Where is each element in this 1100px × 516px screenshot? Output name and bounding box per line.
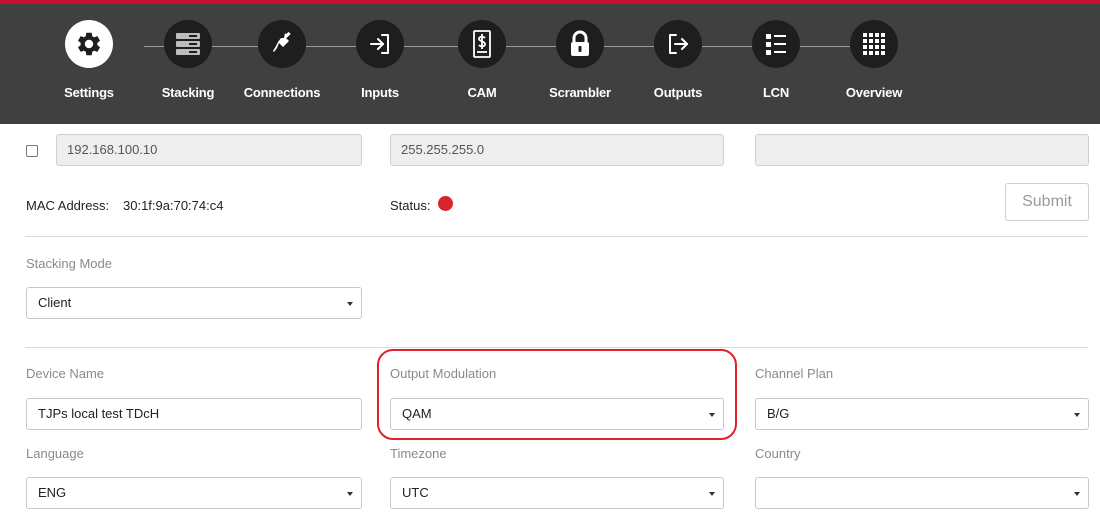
sign-in-icon xyxy=(370,34,389,54)
nav-step-circle xyxy=(556,20,604,68)
device-name-input[interactable]: TJPs local test TDcH xyxy=(26,398,362,430)
stacking-mode-label: Stacking Mode xyxy=(26,256,112,271)
lock-icon xyxy=(571,30,589,56)
nav-step-connections[interactable]: Connections xyxy=(236,8,328,100)
device-name-label: Device Name xyxy=(26,366,105,381)
nav-step-circle xyxy=(356,20,404,68)
server-stack-icon xyxy=(176,33,200,55)
subnet-mask-field[interactable]: 255.255.255.0 xyxy=(390,134,724,166)
nav-step-circle xyxy=(65,20,113,68)
nav-step-circle xyxy=(654,20,702,68)
nav-step-settings[interactable]: Settings xyxy=(43,8,135,100)
chevron-down-icon xyxy=(347,302,353,306)
section-divider xyxy=(25,347,1088,348)
chevron-down-icon xyxy=(1074,413,1080,417)
status-indicator xyxy=(438,196,453,211)
nav-step-lcn[interactable]: LCN xyxy=(730,8,822,100)
chevron-down-icon xyxy=(709,492,715,496)
stacking-mode-value: Client xyxy=(38,295,72,310)
nav-step-circle xyxy=(164,20,212,68)
output-modulation-value: QAM xyxy=(402,406,432,421)
stacking-mode-select[interactable]: Client xyxy=(26,287,362,319)
grid-icon xyxy=(863,33,885,55)
list-icon xyxy=(766,34,786,55)
nav-step-label: Outputs xyxy=(653,85,703,100)
country-label: Country xyxy=(755,446,801,461)
submit-button[interactable]: Submit xyxy=(1005,183,1089,221)
output-modulation-select[interactable]: QAM xyxy=(390,398,724,430)
nav-step-cam[interactable]: CAM xyxy=(436,8,528,100)
chevron-down-icon xyxy=(1074,492,1080,496)
nav-step-label: Scrambler xyxy=(549,85,611,100)
nav-step-circle xyxy=(258,20,306,68)
timezone-value: UTC xyxy=(402,485,429,500)
nav-step-scrambler[interactable]: Scrambler xyxy=(534,8,626,100)
channel-plan-value: B/G xyxy=(767,406,790,421)
ip-address-field[interactable]: 192.168.100.10 xyxy=(56,134,362,166)
section-divider xyxy=(25,236,1088,237)
nav-step-outputs[interactable]: Outputs xyxy=(632,8,724,100)
nav-step-circle xyxy=(752,20,800,68)
language-select[interactable]: ENG xyxy=(26,477,362,509)
cable-plug-icon xyxy=(273,31,291,52)
nav-step-label: Settings xyxy=(64,85,114,100)
gear-icon xyxy=(78,32,100,56)
output-modulation-label: Output Modulation xyxy=(390,366,497,381)
language-value: ENG xyxy=(38,485,67,500)
nav-step-label: CAM xyxy=(467,85,497,100)
top-navigation: Settings Stacking Connections Inputs CAM… xyxy=(0,0,1100,124)
gateway-field[interactable] xyxy=(755,134,1089,166)
nav-step-inputs[interactable]: Inputs xyxy=(334,8,426,100)
timezone-label: Timezone xyxy=(390,446,447,461)
channel-plan-label: Channel Plan xyxy=(755,366,834,381)
mac-address-label: MAC Address: xyxy=(26,198,110,213)
nav-step-label: Overview xyxy=(845,85,903,100)
timezone-select[interactable]: UTC xyxy=(390,477,724,509)
nav-step-label: Inputs xyxy=(361,85,399,100)
nav-step-overview[interactable]: Overview xyxy=(828,8,920,100)
status-label: Status: xyxy=(390,198,431,213)
channel-plan-select[interactable]: B/G xyxy=(755,398,1089,430)
language-label: Language xyxy=(26,446,84,461)
nav-step-label: LCN xyxy=(762,85,790,100)
nav-step-label: Connections xyxy=(243,85,321,100)
sign-out-icon xyxy=(669,34,688,54)
chevron-down-icon xyxy=(709,413,715,417)
country-select[interactable] xyxy=(755,477,1089,509)
network-enable-checkbox[interactable] xyxy=(26,145,38,157)
mac-address-value: 30:1f:9a:70:74:c4 xyxy=(123,198,224,213)
nav-step-stacking[interactable]: Stacking xyxy=(142,8,234,100)
nav-step-label: Stacking xyxy=(161,85,215,100)
cam-card-icon xyxy=(473,30,491,58)
nav-step-circle xyxy=(458,20,506,68)
nav-step-circle xyxy=(850,20,898,68)
chevron-down-icon xyxy=(347,492,353,496)
